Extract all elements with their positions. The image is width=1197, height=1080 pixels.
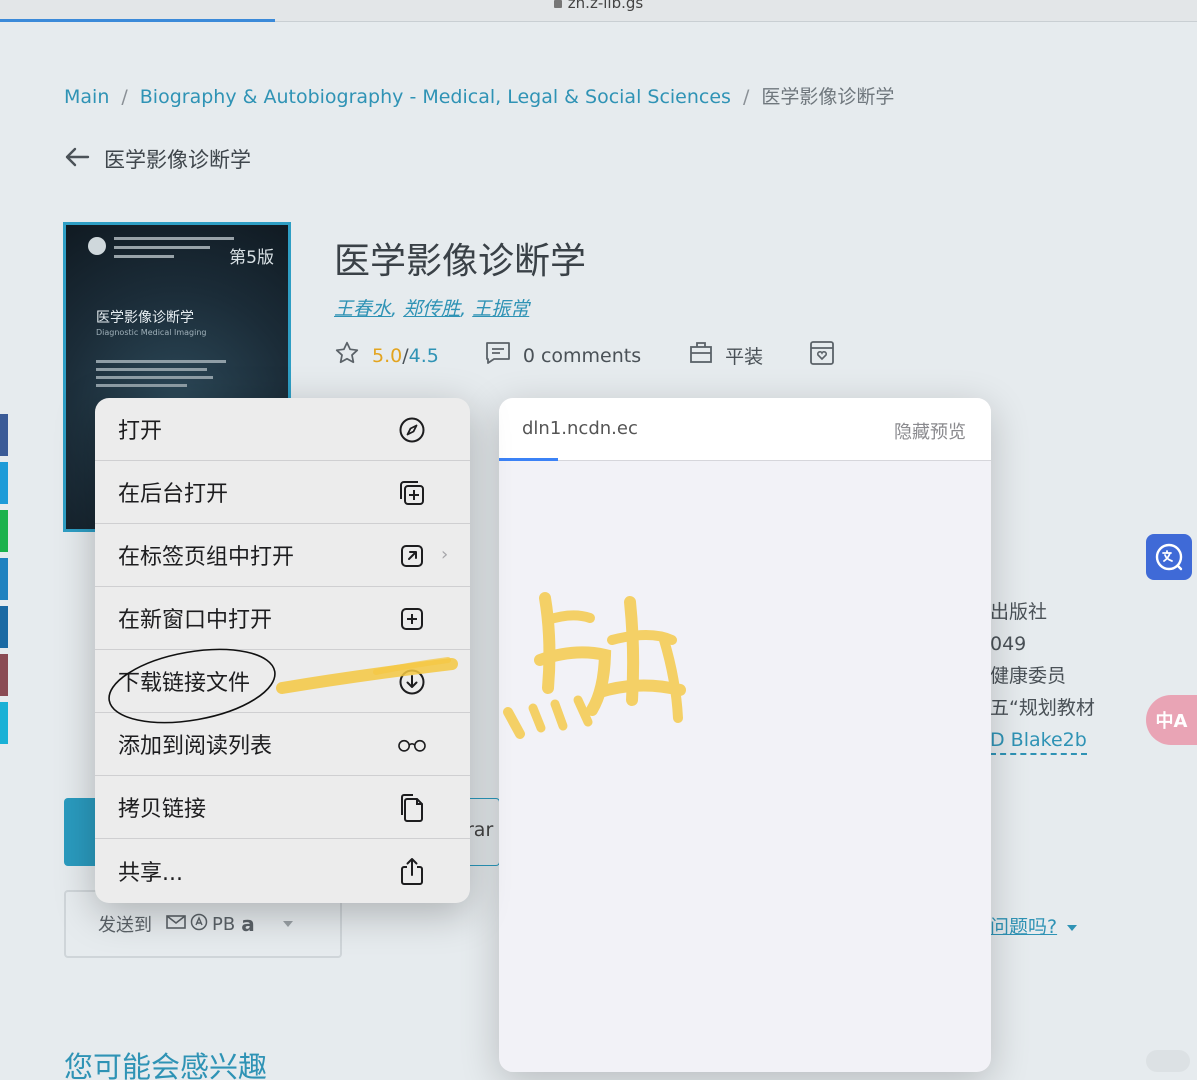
glasses-icon xyxy=(397,731,427,759)
report-problem-link[interactable]: 问题吗? xyxy=(990,912,1078,939)
detail-committee: 健康委员 xyxy=(990,665,1067,687)
share-facebook-button[interactable] xyxy=(0,414,8,456)
translate-icon xyxy=(1155,543,1183,571)
detail-publisher: 出版社 xyxy=(990,601,1048,623)
menu-item-add-reading-list[interactable]: 添加到阅读列表 xyxy=(95,713,470,776)
author-link[interactable]: 王振常 xyxy=(472,298,529,320)
publisher-seal xyxy=(88,237,106,255)
author-link[interactable]: 郑传胜 xyxy=(403,298,460,320)
breadcrumb-separator: / xyxy=(121,86,128,108)
page-title: 医学影像诊断学 xyxy=(104,148,251,172)
binding-type: 平装 xyxy=(725,346,764,368)
pocketbook-label: PB xyxy=(212,913,236,935)
book-title: 医学影像诊断学 xyxy=(334,241,587,282)
page-load-progress xyxy=(0,19,276,22)
compass-icon xyxy=(397,416,427,444)
translate-floating-button[interactable]: 中A xyxy=(1146,695,1197,745)
send-to-label: 发送到 xyxy=(98,915,152,936)
translate-zh-a-icon: 中A xyxy=(1155,711,1188,732)
star-icon[interactable] xyxy=(334,340,360,371)
menu-item-open-background[interactable]: 在后台打开 xyxy=(95,461,470,524)
share-whatsapp-button[interactable] xyxy=(0,510,8,552)
share-icon xyxy=(397,857,427,885)
binding-icon xyxy=(689,341,713,370)
preview-header: dln1.ncdn.ec 隐藏预览 xyxy=(499,398,991,461)
menu-item-open-tab-group[interactable]: 在标签页组中打开 › xyxy=(95,524,470,587)
back-row: 医学影像诊断学 xyxy=(64,144,251,174)
share-vk-button[interactable] xyxy=(0,702,8,744)
back-arrow-icon[interactable] xyxy=(64,147,90,171)
secondary-button[interactable]: rar xyxy=(466,798,500,866)
copy-icon xyxy=(397,794,427,822)
browser-address-bar: zh.z-lib.gs xyxy=(0,0,1197,22)
chevron-right-icon: › xyxy=(441,544,449,565)
you-may-like-heading: 您可能会感兴趣 xyxy=(64,1050,268,1080)
book-details: 出版社 049 健康委员 五“规划教材 D Blake2b xyxy=(990,596,1095,756)
download-icon xyxy=(397,668,427,696)
caret-down-icon xyxy=(1067,924,1078,931)
cover-title: 医学影像诊断学 xyxy=(96,310,194,326)
detail-number: 049 xyxy=(990,633,1027,655)
menu-item-share[interactable]: 共享... xyxy=(95,839,470,902)
menu-item-copy-link[interactable]: 拷贝链接 xyxy=(95,776,470,839)
breadcrumb-current: 医学影像诊断学 xyxy=(761,86,895,108)
cover-header-text xyxy=(114,237,234,264)
share-twitter-button[interactable] xyxy=(0,462,8,504)
rating-value: 5.0 xyxy=(372,344,403,367)
breadcrumb-category[interactable]: Biography & Autobiography - Medical, Leg… xyxy=(140,86,731,108)
new-window-icon xyxy=(397,605,427,633)
email-icon xyxy=(166,914,186,935)
share-linkedin-button[interactable] xyxy=(0,606,8,648)
preview-load-progress xyxy=(499,458,559,461)
at-icon xyxy=(190,913,208,936)
link-context-menu: 打开 在后台打开 在标签页组中打开 › 在新窗口中打开 下载链接文件 添加到阅读… xyxy=(95,398,470,903)
author-link[interactable]: 王春水 xyxy=(334,298,391,320)
lock-icon xyxy=(553,0,562,8)
detail-series: 五“规划教材 xyxy=(990,697,1095,719)
breadcrumb-main[interactable]: Main xyxy=(64,86,109,108)
breadcrumb: Main / Biography & Autobiography - Medical… xyxy=(64,82,894,109)
watermark-badge xyxy=(1146,1050,1190,1072)
hide-preview-button[interactable]: 隐藏预览 xyxy=(894,418,966,444)
preview-url: dln1.ncdn.ec xyxy=(522,418,638,439)
bookshelf-icon[interactable] xyxy=(809,340,835,371)
translate-button[interactable] xyxy=(1146,534,1192,580)
share-pinterest-button[interactable] xyxy=(0,654,8,696)
menu-item-open[interactable]: 打开 xyxy=(95,398,470,461)
share-telegram-button[interactable] xyxy=(0,558,8,600)
cover-edition: 第5版 xyxy=(229,248,274,268)
url-text[interactable]: zh.z-lib.gs xyxy=(0,0,1197,12)
cover-authors xyxy=(96,360,226,392)
breadcrumb-separator: / xyxy=(742,86,750,108)
book-authors: 王春水, 郑传胜, 王振常 xyxy=(334,298,530,320)
amazon-icon: a xyxy=(241,912,255,936)
link-preview-panel[interactable]: dln1.ncdn.ec 隐藏预览 xyxy=(499,398,991,1072)
comments-count[interactable]: 0 comments xyxy=(523,345,641,367)
rating-quality: 4.5 xyxy=(408,344,439,367)
tab-group-icon xyxy=(397,542,427,570)
cover-subtitle: Diagnostic Medical Imaging xyxy=(96,328,207,337)
comment-icon[interactable] xyxy=(485,341,511,370)
dropdown-arrow-icon xyxy=(282,921,293,927)
detail-hash-link[interactable]: D Blake2b xyxy=(990,727,1087,755)
add-window-icon xyxy=(397,479,427,507)
menu-item-download-linked-file[interactable]: 下载链接文件 xyxy=(95,650,470,713)
book-meta: 5.0 / 4.5 0 comments 平装 xyxy=(334,340,835,371)
menu-item-open-new-window[interactable]: 在新窗口中打开 xyxy=(95,587,470,650)
